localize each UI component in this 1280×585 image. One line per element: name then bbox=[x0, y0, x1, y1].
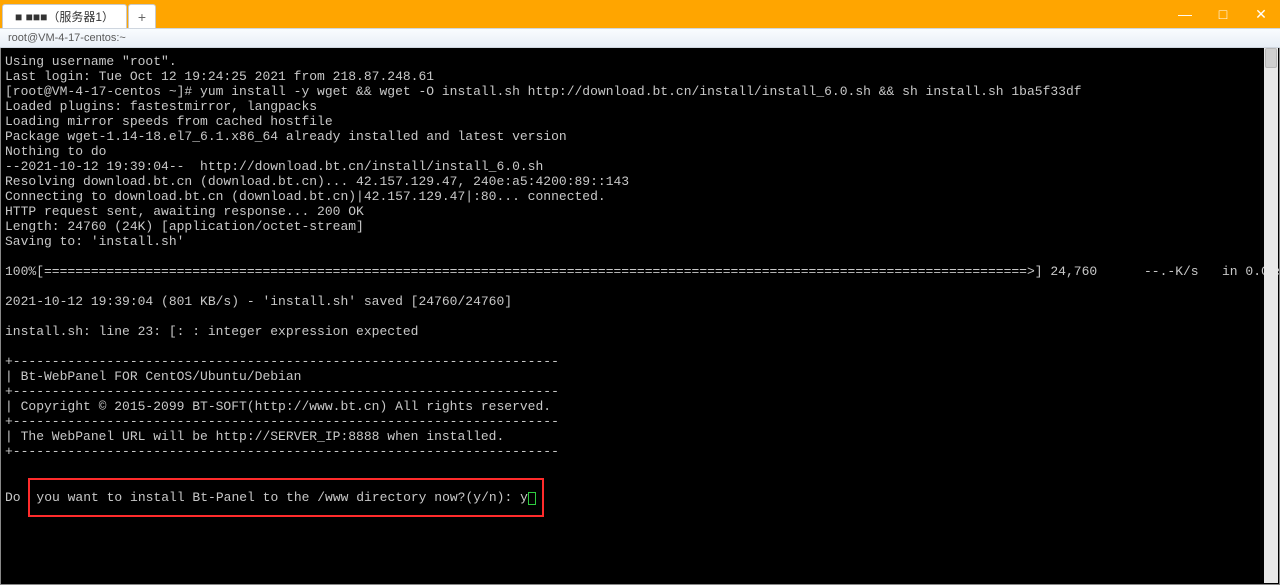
tab-label: （服务器1） bbox=[47, 8, 114, 25]
terminal-line: --2021-10-12 19:39:04-- http://download.… bbox=[5, 159, 1275, 174]
window-controls: — □ ✕ bbox=[1166, 0, 1280, 28]
terminal-line: Using username "root". bbox=[5, 54, 1275, 69]
pathbar-text: root@VM-4-17-centos:~ bbox=[8, 32, 126, 44]
terminal-line: +---------------------------------------… bbox=[5, 444, 1275, 459]
tab-blurred-prefix: ■ ■■■ bbox=[15, 10, 47, 24]
terminal-line: Saving to: 'install.sh' bbox=[5, 234, 1275, 249]
minimize-button[interactable]: — bbox=[1166, 0, 1204, 28]
prompt-text: you want to install Bt-Panel to the /www… bbox=[36, 490, 527, 505]
terminal-line: +---------------------------------------… bbox=[5, 414, 1275, 429]
terminal-line: install.sh: line 23: [: : integer expres… bbox=[5, 324, 1275, 339]
cursor-icon bbox=[528, 492, 536, 505]
terminal-line: 100%[===================================… bbox=[5, 264, 1275, 279]
terminal-line: HTTP request sent, awaiting response... … bbox=[5, 204, 1275, 219]
maximize-button[interactable]: □ bbox=[1204, 0, 1242, 28]
scrollbar-thumb[interactable] bbox=[1265, 48, 1277, 68]
close-button[interactable]: ✕ bbox=[1242, 0, 1280, 28]
terminal-line bbox=[5, 309, 1275, 324]
terminal-line: Nothing to do bbox=[5, 144, 1275, 159]
terminal-line bbox=[5, 249, 1275, 264]
terminal-line: 2021-10-12 19:39:04 (801 KB/s) - 'instal… bbox=[5, 294, 1275, 309]
tabs-container: ■ ■■■ （服务器1） + bbox=[0, 0, 156, 28]
terminal-line: | Bt-WebPanel FOR CentOS/Ubuntu/Debian bbox=[5, 369, 1275, 384]
scrollbar-track[interactable] bbox=[1264, 48, 1278, 583]
terminal-line bbox=[5, 339, 1275, 354]
terminal-line: Resolving download.bt.cn (download.bt.cn… bbox=[5, 174, 1275, 189]
install-prompt-line: Do you want to install Bt-Panel to the /… bbox=[5, 474, 1275, 517]
terminal-line: +---------------------------------------… bbox=[5, 384, 1275, 399]
terminal-line: | The WebPanel URL will be http://SERVER… bbox=[5, 429, 1275, 444]
terminal-line: Connecting to download.bt.cn (download.b… bbox=[5, 189, 1275, 204]
terminal-line: | Copyright © 2015-2099 BT-SOFT(http://w… bbox=[5, 399, 1275, 414]
terminal-line bbox=[5, 459, 1275, 474]
plus-icon: + bbox=[138, 9, 146, 25]
prompt-prefix: Do bbox=[5, 490, 28, 505]
terminal-line: Length: 24760 (24K) [application/octet-s… bbox=[5, 219, 1275, 234]
pathbar: root@VM-4-17-centos:~ bbox=[0, 28, 1280, 48]
highlight-box: you want to install Bt-Panel to the /www… bbox=[28, 478, 543, 517]
titlebar: ■ ■■■ （服务器1） + — □ ✕ bbox=[0, 0, 1280, 28]
tab-server-1[interactable]: ■ ■■■ （服务器1） bbox=[2, 4, 127, 28]
terminal-line: [root@VM-4-17-centos ~]# yum install -y … bbox=[5, 84, 1275, 99]
terminal-line: Loaded plugins: fastestmirror, langpacks bbox=[5, 99, 1275, 114]
terminal-line: Package wget-1.14-18.el7_6.1.x86_64 alre… bbox=[5, 129, 1275, 144]
terminal-line: Loading mirror speeds from cached hostfi… bbox=[5, 114, 1275, 129]
terminal[interactable]: Using username "root".Last login: Tue Oc… bbox=[0, 48, 1280, 585]
tab-add-button[interactable]: + bbox=[128, 4, 156, 28]
terminal-line: Last login: Tue Oct 12 19:24:25 2021 fro… bbox=[5, 69, 1275, 84]
terminal-line bbox=[5, 279, 1275, 294]
terminal-line: +---------------------------------------… bbox=[5, 354, 1275, 369]
